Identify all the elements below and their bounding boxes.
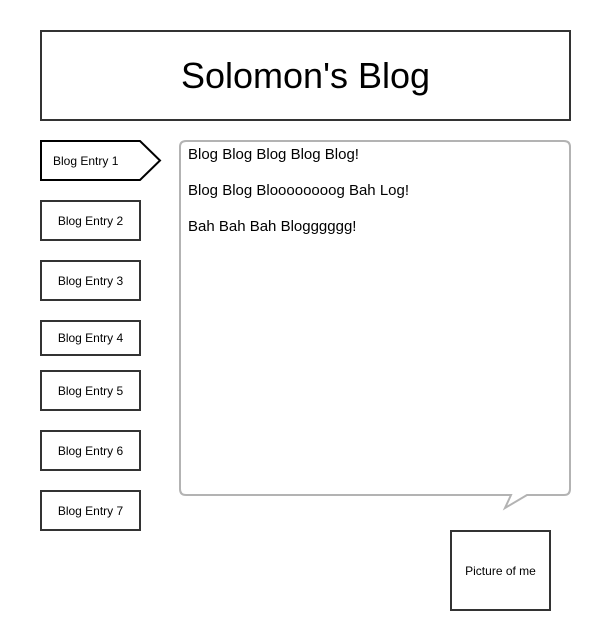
sidebar-item-blog-entry-2[interactable]: Blog Entry 2 <box>40 200 141 241</box>
blog-paragraph: Blog Blog Bloooooooog Bah Log! <box>188 182 410 199</box>
blog-content: Blog Blog Blog Blog Blog! Blog Blog Bloo… <box>188 146 558 254</box>
blog-paragraph: Blog Blog Blog Blog Blog! <box>188 146 359 163</box>
blog-paragraph: Bah Bah Bah Blogggggg! <box>188 218 357 235</box>
sidebar-item-label: Blog Entry 5 <box>57 383 124 398</box>
sidebar-item-blog-entry-1[interactable]: Blog Entry 1 <box>40 140 162 181</box>
sidebar-item-label: Blog Entry 2 <box>57 213 124 228</box>
blog-title-header: Solomon's Blog <box>40 30 571 121</box>
sidebar-item-label: Blog Entry 3 <box>57 273 124 288</box>
sidebar-item-blog-entry-5[interactable]: Blog Entry 5 <box>40 370 141 411</box>
sidebar-item-blog-entry-6[interactable]: Blog Entry 6 <box>40 430 141 471</box>
sidebar-item-label: Blog Entry 6 <box>57 443 124 458</box>
sidebar-item-label: Blog Entry 7 <box>57 503 124 518</box>
profile-picture-placeholder: Picture of me <box>450 530 551 611</box>
page-title: Solomon's Blog <box>180 54 430 96</box>
sidebar-item-label: Blog Entry 4 <box>57 331 124 345</box>
sidebar-item-label: Blog Entry 1 <box>53 153 119 168</box>
picture-label: Picture of me <box>465 563 536 578</box>
sidebar-item-blog-entry-7[interactable]: Blog Entry 7 <box>40 490 141 531</box>
sidebar-item-blog-entry-4[interactable]: Blog Entry 4 <box>40 320 141 356</box>
sidebar-item-blog-entry-3[interactable]: Blog Entry 3 <box>40 260 141 301</box>
